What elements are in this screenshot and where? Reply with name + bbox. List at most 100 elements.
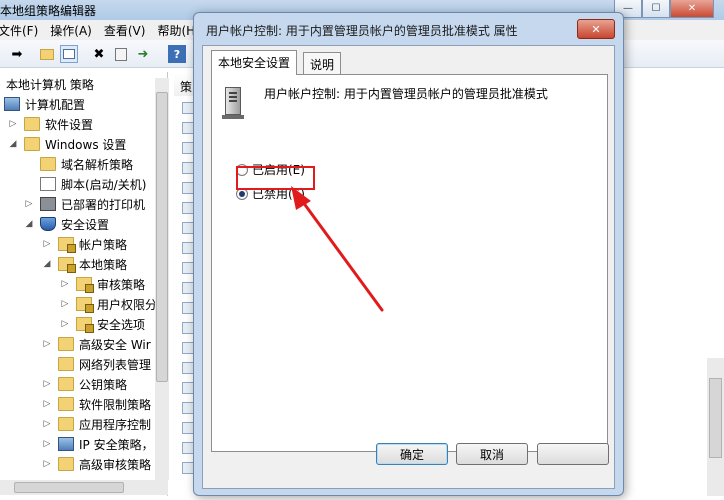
- folder-icon: [58, 457, 74, 471]
- export-icon[interactable]: ➜: [134, 45, 152, 63]
- annotation-highlight-box: [236, 166, 315, 190]
- scrollbar-thumb[interactable]: [14, 482, 124, 493]
- tree-item-label: 计算机配置: [25, 97, 86, 112]
- expand-arrow-icon[interactable]: ▷: [24, 199, 34, 209]
- tree-root-label: 本地计算机 策略: [6, 77, 94, 92]
- tree-item-label: 安全选项: [97, 317, 146, 332]
- menu-action[interactable]: 操作(A): [50, 22, 92, 39]
- list-vertical-scrollbar[interactable]: [707, 358, 724, 496]
- expand-arrow-icon[interactable]: ▷: [42, 459, 52, 469]
- dialog-close-button[interactable]: ✕: [577, 19, 615, 39]
- expand-arrow-icon[interactable]: ▷: [42, 379, 52, 389]
- tab-explain[interactable]: 说明: [303, 52, 342, 74]
- tree-item-security-options[interactable]: ▷ 安全选项: [60, 314, 145, 334]
- tree-item-windows-settings[interactable]: ◢ Windows 设置: [8, 134, 126, 154]
- script-icon: [40, 177, 56, 191]
- tree-item-computer-config[interactable]: 计算机配置: [4, 94, 85, 114]
- tree-item-label: 用户权限分: [97, 297, 158, 312]
- expand-arrow-icon[interactable]: ▷: [60, 299, 70, 309]
- tree-item-user-rights[interactable]: ▷ 用户权限分: [60, 294, 157, 314]
- expand-arrow-icon[interactable]: ▷: [8, 119, 18, 129]
- tree-root[interactable]: 本地计算机 策略: [6, 74, 94, 94]
- folder-icon: [58, 377, 74, 391]
- tree-item-label: 已部署的打印机: [61, 197, 146, 212]
- locked-folder-icon: [76, 297, 94, 313]
- tree-item-label: IP 安全策略，: [79, 437, 154, 452]
- tree-item-label: 本地策略: [79, 257, 128, 272]
- tree-item-label: 软件限制策略: [79, 397, 152, 412]
- cancel-button[interactable]: 取消: [456, 443, 528, 465]
- up-folder-icon[interactable]: [38, 45, 56, 63]
- printer-icon: [40, 197, 56, 211]
- tree-item-security-settings[interactable]: ◢ 安全设置: [24, 214, 109, 234]
- tree-item-label: 帐户策略: [79, 237, 128, 252]
- computer-icon: [58, 437, 74, 451]
- folder-icon: [40, 157, 56, 171]
- menu-file[interactable]: 文件(F): [0, 22, 38, 39]
- expand-arrow-icon[interactable]: ▷: [42, 239, 52, 249]
- maximize-button[interactable]: ☐: [642, 0, 670, 18]
- tree-item-advanced-firewall[interactable]: ▷ 高级安全 Wir: [42, 334, 151, 354]
- expand-arrow-icon[interactable]: ▷: [60, 319, 70, 329]
- locked-folder-icon: [76, 317, 94, 333]
- tree-item-software-settings[interactable]: ▷ 软件设置: [8, 114, 93, 134]
- locked-folder-icon: [76, 277, 94, 293]
- tree-item-network-list[interactable]: 网络列表管理: [58, 354, 151, 374]
- dialog-title: 用户帐户控制: 用于内置管理员帐户的管理员批准模式 属性: [206, 24, 518, 38]
- tree-item-label: 域名解析策略: [61, 157, 134, 172]
- computer-icon: [4, 97, 20, 111]
- tree-item-audit-policy[interactable]: ▷ 审核策略: [60, 274, 145, 294]
- help-icon[interactable]: ?: [168, 45, 186, 63]
- folder-icon: [58, 397, 74, 411]
- collapse-arrow-icon[interactable]: ◢: [8, 139, 18, 149]
- collapse-arrow-icon[interactable]: ◢: [24, 219, 34, 229]
- tree-item-label: Windows 设置: [45, 137, 127, 152]
- main-window-title: 本地组策略编辑器: [0, 4, 97, 18]
- tree-item-software-restriction[interactable]: ▷ 软件限制策略: [42, 394, 151, 414]
- tree-item-dns-policy[interactable]: 域名解析策略: [40, 154, 133, 174]
- tree-item-public-key[interactable]: ▷ 公钥策略: [42, 374, 127, 394]
- tree-item-label: 安全设置: [61, 217, 110, 232]
- expand-arrow-icon[interactable]: ▷: [42, 399, 52, 409]
- tree-item-label: 公钥策略: [79, 377, 128, 392]
- policy-name: 用户帐户控制: 用于内置管理员帐户的管理员批准模式: [264, 87, 548, 101]
- tree-item-scripts[interactable]: 脚本(启动/关机): [40, 174, 146, 194]
- delete-icon[interactable]: ✖: [90, 45, 108, 63]
- tree-item-advanced-audit[interactable]: ▷ 高级审核策略: [42, 454, 151, 474]
- expand-arrow-icon[interactable]: ▷: [42, 419, 52, 429]
- menu-view[interactable]: 查看(V): [104, 22, 146, 39]
- properties-dialog: 用户帐户控制: 用于内置管理员帐户的管理员批准模式 属性 ✕ 本地安全设置 说明…: [193, 12, 624, 496]
- tree-vertical-scrollbar[interactable]: [155, 78, 169, 480]
- tab-local-security-setting[interactable]: 本地安全设置: [211, 50, 298, 75]
- close-button[interactable]: ✕: [670, 0, 714, 18]
- tree-item-label: 应用程序控制: [79, 417, 152, 432]
- collapse-arrow-icon[interactable]: ◢: [42, 259, 52, 269]
- tree-item-label: 高级安全 Wir: [79, 337, 151, 352]
- ok-button[interactable]: 确定: [376, 443, 448, 465]
- tree-item-label: 软件设置: [45, 117, 94, 132]
- tree-item-ip-security[interactable]: ▷ IP 安全策略，: [42, 434, 154, 454]
- scrollbar-thumb[interactable]: [156, 92, 168, 382]
- show-tree-icon[interactable]: [60, 45, 78, 63]
- forward-arrow-icon[interactable]: ➡: [8, 45, 26, 63]
- locked-folder-icon: [58, 257, 76, 273]
- folder-icon: [58, 337, 74, 351]
- shield-icon: [40, 217, 56, 231]
- tree-horizontal-scrollbar[interactable]: [0, 480, 168, 495]
- expand-arrow-icon[interactable]: ▷: [60, 279, 70, 289]
- tab-panel: 用户帐户控制: 用于内置管理员帐户的管理员批准模式 已启用(E) 已禁用(S): [211, 74, 608, 452]
- server-icon: [222, 87, 244, 119]
- tree-item-local-policy[interactable]: ◢ 本地策略: [42, 254, 127, 274]
- tree-item-printers[interactable]: ▷ 已部署的打印机: [24, 194, 145, 214]
- apply-button[interactable]: [537, 443, 609, 465]
- folder-icon: [58, 357, 74, 371]
- tree-item-label: 脚本(启动/关机): [61, 177, 147, 192]
- tree-item-label: 高级审核策略: [79, 457, 152, 472]
- properties-icon[interactable]: [112, 45, 130, 63]
- scrollbar-thumb[interactable]: [709, 378, 722, 458]
- tree-item-account-policy[interactable]: ▷ 帐户策略: [42, 234, 127, 254]
- expand-arrow-icon[interactable]: ▷: [42, 339, 52, 349]
- expand-arrow-icon[interactable]: ▷: [42, 439, 52, 449]
- tree-item-app-control[interactable]: ▷ 应用程序控制: [42, 414, 151, 434]
- dialog-body: 本地安全设置 说明 用户帐户控制: 用于内置管理员帐户的管理员批准模式 已启用(…: [202, 45, 615, 489]
